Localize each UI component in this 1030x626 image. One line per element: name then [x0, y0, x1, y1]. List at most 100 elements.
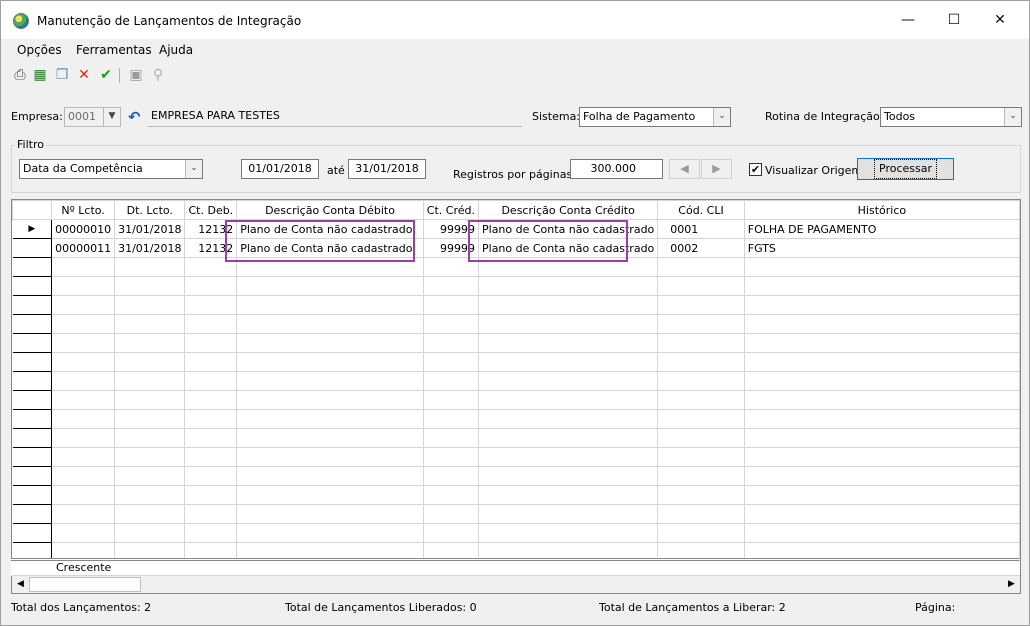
- visualizar-origem-checkbox[interactable]: ✔: [749, 163, 762, 176]
- row-indicator: [12, 428, 53, 448]
- empty-cell: [657, 295, 745, 315]
- empty-cell: [657, 504, 745, 524]
- cell-nlcto[interactable]: 00000010: [51, 219, 116, 239]
- empty-cell: [657, 523, 745, 543]
- scroll-right-icon[interactable]: ▶: [1003, 576, 1020, 593]
- col-header-dtlcto[interactable]: Dt. Lcto.: [114, 200, 186, 220]
- empty-cell: [477, 390, 659, 410]
- maximize-button[interactable]: ☐: [931, 1, 977, 39]
- binoculars-icon[interactable]: ▣: [127, 65, 145, 85]
- rotina-select[interactable]: Todos ⌄: [880, 107, 1022, 127]
- cell-codcli[interactable]: 0001: [657, 219, 745, 239]
- empty-cell: [114, 390, 186, 410]
- printer-icon[interactable]: ⎙: [11, 65, 29, 85]
- empty-cell: [657, 447, 745, 467]
- col-header-nlcto[interactable]: Nº Lcto.: [51, 200, 116, 220]
- chevron-down-icon[interactable]: ▼: [103, 108, 120, 126]
- menu-bar: Opções Ferramentas Ajuda: [1, 39, 1029, 61]
- chevron-down-icon[interactable]: ⌄: [713, 108, 730, 126]
- table-row[interactable]: ▶ 00000010 31/01/2018 12132 Plano de Con…: [12, 219, 1020, 239]
- cell-historico[interactable]: FOLHA DE PAGAMENTO: [743, 219, 1020, 239]
- empty-cell: [743, 314, 1020, 334]
- empty-cell: [743, 447, 1020, 467]
- date-from-input[interactable]: 01/01/2018: [241, 159, 319, 179]
- next-page-button[interactable]: ▶: [701, 159, 732, 179]
- menu-ferramentas[interactable]: Ferramentas: [76, 43, 152, 57]
- prev-page-button[interactable]: ◀: [669, 159, 700, 179]
- empty-cell: [114, 276, 186, 296]
- menu-opcoes[interactable]: Opções: [17, 43, 62, 57]
- empty-cell: [477, 466, 659, 486]
- search-icon[interactable]: ⚲: [149, 65, 167, 85]
- copy-icon[interactable]: ❐: [53, 65, 71, 85]
- empty-cell: [657, 352, 745, 372]
- empty-cell: [743, 428, 1020, 448]
- scroll-thumb[interactable]: [29, 577, 141, 592]
- cell-nlcto[interactable]: 00000011: [51, 238, 116, 258]
- empty-cell: [114, 295, 186, 315]
- empty-cell: [422, 352, 480, 372]
- empty-cell: [51, 466, 116, 486]
- lancamentos-table: Nº Lcto. Dt. Lcto. Ct. Deb. Descrição Co…: [12, 200, 1020, 562]
- minimize-button[interactable]: —: [885, 1, 931, 39]
- empty-cell: [422, 390, 480, 410]
- cell-ctcred[interactable]: 99999: [422, 238, 480, 258]
- processar-button[interactable]: Processar: [857, 158, 954, 180]
- cell-desc-credito[interactable]: Plano de Conta não cadastrado: [477, 238, 659, 258]
- export-icon[interactable]: ▦: [31, 65, 49, 85]
- date-to-input[interactable]: 31/01/2018: [348, 159, 426, 179]
- col-header-desc-debito[interactable]: Descrição Conta Débito: [236, 200, 424, 220]
- sistema-select[interactable]: Folha de Pagamento ⌄: [579, 107, 731, 127]
- empty-cell: [422, 333, 480, 353]
- registros-input[interactable]: 300.000: [570, 159, 663, 179]
- rotina-value: Todos: [884, 110, 916, 123]
- empty-cell: [422, 371, 480, 391]
- row-indicator: [12, 295, 53, 315]
- col-header-ctcred[interactable]: Ct. Créd.: [422, 200, 480, 220]
- status-pagina: Página:: [915, 601, 956, 614]
- empty-cell: [743, 523, 1020, 543]
- empty-cell: [114, 371, 186, 391]
- empty-cell: [422, 276, 480, 296]
- menu-ajuda[interactable]: Ajuda: [159, 43, 193, 57]
- current-row-indicator[interactable]: ▶: [12, 219, 53, 239]
- scroll-left-icon[interactable]: ◀: [12, 576, 29, 593]
- footer-sort-label: Crescente: [56, 561, 112, 574]
- cell-ctdeb[interactable]: 12132: [184, 238, 238, 258]
- empty-cell: [236, 523, 424, 543]
- col-header-historico[interactable]: Histórico: [743, 200, 1020, 220]
- undo-icon[interactable]: ↶: [128, 107, 148, 127]
- empty-cell: [114, 428, 186, 448]
- horizontal-scrollbar[interactable]: ◀ ▶: [12, 575, 1020, 593]
- cell-ctdeb[interactable]: 12132: [184, 219, 238, 239]
- lancamentos-grid[interactable]: Nº Lcto. Dt. Lcto. Ct. Deb. Descrição Co…: [11, 199, 1021, 594]
- row-indicator[interactable]: [12, 238, 53, 258]
- empty-cell: [236, 276, 424, 296]
- cell-desc-credito[interactable]: Plano de Conta não cadastrado: [477, 219, 659, 239]
- close-button[interactable]: ✕: [977, 1, 1023, 39]
- cell-codcli[interactable]: 0002: [657, 238, 745, 258]
- empresa-code-combo[interactable]: 0001 ▼: [64, 107, 121, 127]
- cell-ctcred[interactable]: 99999: [422, 219, 480, 239]
- toolbar-separator: [119, 68, 120, 83]
- cell-dtlcto[interactable]: 31/01/2018: [114, 238, 186, 258]
- chevron-down-icon[interactable]: ⌄: [1004, 108, 1021, 126]
- empty-cell: [51, 390, 116, 410]
- row-indicator: [12, 466, 53, 486]
- rotina-label: Rotina de Integração:: [765, 110, 884, 123]
- col-header-desc-credito[interactable]: Descrição Conta Crédito: [477, 200, 659, 220]
- cell-desc-debito[interactable]: Plano de Conta não cadastrado: [236, 238, 424, 258]
- confirm-icon[interactable]: ✔: [97, 65, 115, 85]
- empty-cell: [657, 333, 745, 353]
- col-header-ctdeb[interactable]: Ct. Deb.: [184, 200, 238, 220]
- cell-dtlcto[interactable]: 31/01/2018: [114, 219, 186, 239]
- grid-body: ▶ 00000010 31/01/2018 12132 Plano de Con…: [12, 219, 1020, 562]
- col-header-codcli[interactable]: Cód. CLI: [657, 200, 745, 220]
- chevron-down-icon[interactable]: ⌄: [185, 160, 202, 178]
- empty-cell: [114, 314, 186, 334]
- delete-icon[interactable]: ✕: [75, 65, 93, 85]
- cell-desc-debito[interactable]: Plano de Conta não cadastrado: [236, 219, 424, 239]
- cell-historico[interactable]: FGTS: [743, 238, 1020, 258]
- filtro-type-select[interactable]: Data da Competência ⌄: [19, 159, 203, 179]
- table-row[interactable]: 00000011 31/01/2018 12132 Plano de Conta…: [12, 238, 1020, 258]
